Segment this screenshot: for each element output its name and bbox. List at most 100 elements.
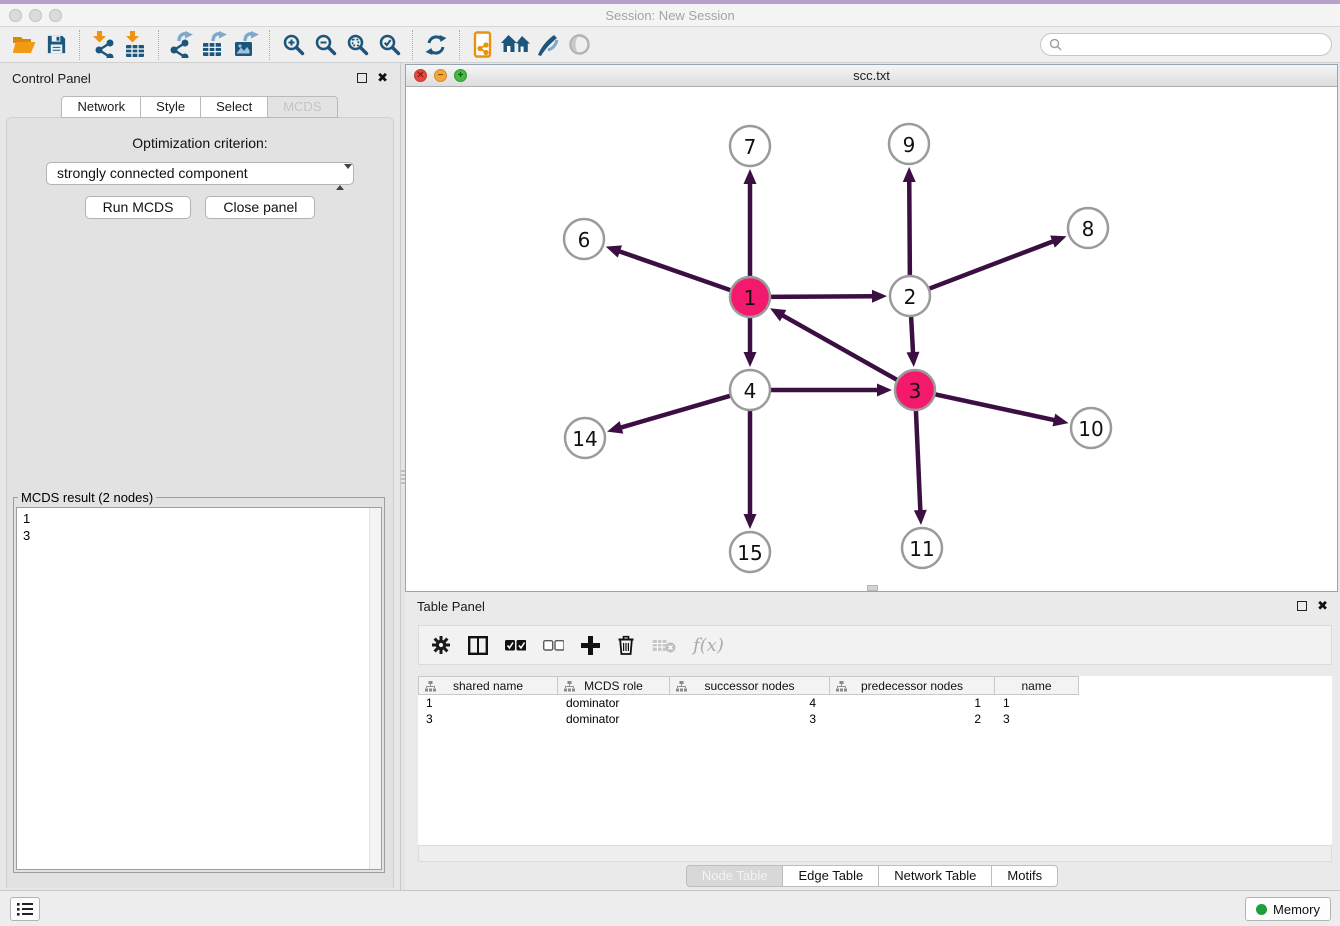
table-cell[interactable]: dominator xyxy=(558,711,670,727)
edge-1-6[interactable] xyxy=(618,251,733,291)
zoom-out-icon xyxy=(314,33,337,56)
edge-1-2[interactable] xyxy=(768,296,874,297)
tab-network-table[interactable]: Network Table xyxy=(878,865,992,887)
edge-3-1[interactable] xyxy=(781,315,899,381)
function-builder-button[interactable]: f(x) xyxy=(693,635,724,656)
add-column-button[interactable] xyxy=(581,636,600,655)
export-image-button[interactable] xyxy=(230,30,262,60)
network-splitter-grip[interactable] xyxy=(867,585,878,591)
new-network-from-selection-button[interactable] xyxy=(467,30,499,60)
close-table-panel-icon[interactable]: ✖ xyxy=(1317,598,1328,614)
apply-style-button[interactable] xyxy=(531,30,563,60)
node-label: 1 xyxy=(744,286,757,310)
edge-2-8[interactable] xyxy=(927,241,1055,290)
apply-layout-button[interactable] xyxy=(420,30,452,60)
node-label: 6 xyxy=(578,228,591,252)
save-session-button[interactable] xyxy=(40,30,72,60)
edge-arrowhead xyxy=(1052,414,1068,427)
close-panel-icon[interactable]: ✖ xyxy=(377,70,388,86)
delete-column-button[interactable] xyxy=(617,635,635,655)
edge-3-11[interactable] xyxy=(916,408,921,512)
tab-node-table[interactable]: Node Table xyxy=(686,865,784,887)
network-window-titlebar[interactable]: ✕ − + scc.txt xyxy=(406,65,1337,87)
table-cell[interactable]: 2 xyxy=(830,711,995,727)
zoom-selected-button[interactable] xyxy=(373,30,405,60)
save-floppy-icon xyxy=(45,33,68,56)
optimization-criterion-label: Optimization criterion: xyxy=(7,135,393,151)
control-panel: Control Panel ✖ Network Style Select MCD… xyxy=(0,63,400,890)
column-header-predecessor-nodes[interactable]: predecessor nodes xyxy=(830,676,995,695)
window-title: Session: New Session xyxy=(0,8,1340,23)
tab-edge-table[interactable]: Edge Table xyxy=(782,865,879,887)
column-header-MCDS-role[interactable]: MCDS role xyxy=(558,676,670,695)
table-cell[interactable]: 3 xyxy=(418,711,558,727)
node-table-header[interactable]: shared nameMCDS role successor nodes prede… xyxy=(418,676,1332,695)
table-cell[interactable]: dominator xyxy=(558,695,670,711)
table-cell[interactable]: 4 xyxy=(670,695,830,711)
edge-2-9[interactable] xyxy=(909,180,910,278)
edge-arrowhead xyxy=(606,245,622,257)
network-canvas[interactable]: 7968124314101511 xyxy=(406,88,1337,591)
float-panel-icon[interactable] xyxy=(357,73,367,83)
tab-select[interactable]: Select xyxy=(200,96,268,118)
edge-3-10[interactable] xyxy=(933,394,1056,421)
toggle-columns-button[interactable] xyxy=(468,636,488,655)
unselect-all-columns-button[interactable] xyxy=(543,640,564,651)
export-network-button[interactable] xyxy=(166,30,198,60)
node-label: 3 xyxy=(909,379,922,403)
table-cell[interactable]: 3 xyxy=(995,711,1079,727)
edge-4-14[interactable] xyxy=(620,395,733,428)
toolbar-separator xyxy=(412,30,413,60)
table-hscrollbar[interactable] xyxy=(418,845,1332,862)
table-settings-button[interactable] xyxy=(431,635,451,655)
mcds-result-box[interactable]: 1 3 xyxy=(16,507,382,870)
selected-option: strongly connected component xyxy=(57,165,248,181)
edge-arrowhead xyxy=(872,290,887,303)
table-cell[interactable]: 3 xyxy=(670,711,830,727)
export-table-button[interactable] xyxy=(198,30,230,60)
column-header-successor-nodes[interactable]: successor nodes xyxy=(670,676,830,695)
node-label: 2 xyxy=(904,285,917,309)
control-panel-title: Control Panel xyxy=(12,71,357,86)
tab-style[interactable]: Style xyxy=(140,96,201,118)
memory-button[interactable]: Memory xyxy=(1245,897,1331,921)
first-neighbors-button[interactable] xyxy=(499,30,531,60)
import-network-icon xyxy=(91,31,116,58)
attribute-type-icon xyxy=(836,681,847,692)
run-mcds-button[interactable]: Run MCDS xyxy=(85,196,192,219)
delete-table-button[interactable] xyxy=(652,638,676,653)
network-graph[interactable]: 7968124314101511 xyxy=(406,88,1337,591)
zoom-out-button[interactable] xyxy=(309,30,341,60)
unchecked-boxes-icon xyxy=(543,640,564,651)
result-scrollbar[interactable] xyxy=(369,508,381,869)
edge-2-3[interactable] xyxy=(911,314,913,354)
search-field[interactable] xyxy=(1040,33,1332,56)
tab-motifs[interactable]: Motifs xyxy=(991,865,1058,887)
import-table-button[interactable] xyxy=(119,30,151,60)
task-history-button[interactable] xyxy=(10,897,40,921)
node-table-body[interactable]: 1dominator4113dominator323 xyxy=(418,695,1332,727)
tab-network[interactable]: Network xyxy=(61,96,141,118)
table-row[interactable]: 1dominator411 xyxy=(418,695,1332,711)
open-session-button[interactable] xyxy=(8,30,40,60)
show-graphics-details-button[interactable] xyxy=(563,30,595,60)
status-bar: Memory xyxy=(0,890,1340,926)
tab-mcds[interactable]: MCDS xyxy=(267,96,337,118)
table-cell[interactable]: 1 xyxy=(830,695,995,711)
float-table-panel-icon[interactable] xyxy=(1297,601,1307,611)
node-table[interactable]: shared nameMCDS role successor nodes prede… xyxy=(418,676,1332,845)
import-network-button[interactable] xyxy=(87,30,119,60)
toolbar-separator xyxy=(269,30,270,60)
search-input[interactable] xyxy=(1067,37,1323,52)
table-row[interactable]: 3dominator323 xyxy=(418,711,1332,727)
column-label: successor nodes xyxy=(704,679,794,693)
column-header-shared-name[interactable]: shared name xyxy=(418,676,558,695)
select-all-columns-button[interactable] xyxy=(505,640,526,651)
table-cell[interactable]: 1 xyxy=(995,695,1079,711)
zoom-fit-button[interactable] xyxy=(341,30,373,60)
column-header-name[interactable]: name xyxy=(995,676,1079,695)
close-panel-button[interactable]: Close panel xyxy=(205,196,315,219)
table-cell[interactable]: 1 xyxy=(418,695,558,711)
zoom-in-button[interactable] xyxy=(277,30,309,60)
optimization-criterion-select[interactable]: strongly connected component xyxy=(46,162,354,185)
